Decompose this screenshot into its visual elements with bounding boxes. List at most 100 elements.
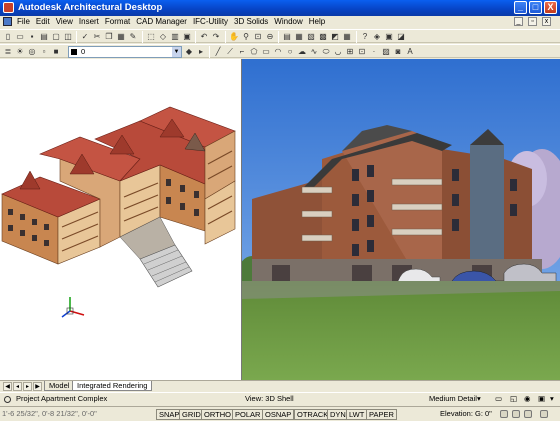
sheet-set-icon[interactable]: ▩ <box>318 32 328 42</box>
color-icon[interactable]: ■ <box>51 47 61 57</box>
lwt-toggle[interactable]: LWT <box>346 409 368 420</box>
navigator-icon[interactable]: ◈ <box>372 32 382 42</box>
region-icon[interactable]: ◙ <box>393 47 403 57</box>
layer-manager-icon[interactable]: ≣ <box>3 47 13 57</box>
print-icon[interactable]: ▤ <box>39 32 49 42</box>
cloud-icon[interactable]: ☁ <box>297 47 307 57</box>
maximize-button[interactable]: □ <box>529 1 542 14</box>
ellipse-arc-icon[interactable]: ◡ <box>333 47 343 57</box>
project-icon[interactable] <box>4 396 11 403</box>
tab-model[interactable]: Model <box>44 381 75 391</box>
copy-icon[interactable]: ❐ <box>104 32 114 42</box>
open-icon[interactable]: ▭ <box>15 32 25 42</box>
xref-icon[interactable]: ◇ <box>158 32 168 42</box>
design-center-icon[interactable]: ▦ <box>294 32 304 42</box>
clean-screen-icon[interactable] <box>540 410 548 418</box>
point-icon[interactable]: · <box>369 47 379 57</box>
paper-toggle[interactable]: PAPER <box>366 409 397 420</box>
tab-integrated-rendering[interactable]: Integrated Rendering <box>72 381 153 391</box>
undo-icon[interactable]: ↶ <box>199 32 209 42</box>
model-viewport[interactable] <box>0 59 242 380</box>
match-icon[interactable]: ✎ <box>128 32 138 42</box>
menu-insert[interactable]: Insert <box>76 17 102 26</box>
menu-file[interactable]: File <box>14 17 33 26</box>
line-icon[interactable]: ╱ <box>213 47 223 57</box>
ellipse-icon[interactable]: ⬭ <box>321 47 331 57</box>
preview-icon[interactable]: ▢ <box>51 32 61 42</box>
zoom-window-icon[interactable]: ⊡ <box>253 32 263 42</box>
lock-icon[interactable] <box>500 410 508 418</box>
ortho-toggle[interactable]: ORTHO <box>201 409 234 420</box>
doc-restore-button[interactable]: ▫ <box>528 17 537 26</box>
menu-window[interactable]: Window <box>271 17 305 26</box>
mtext-icon[interactable]: A <box>405 47 415 57</box>
doc-minimize-button[interactable]: _ <box>514 17 523 26</box>
menu-cad-manager[interactable]: CAD Manager <box>133 17 190 26</box>
display-manager-icon[interactable]: ◪ <box>396 32 406 42</box>
properties-icon[interactable]: ▤ <box>282 32 292 42</box>
first-tab-icon[interactable]: ◀ <box>3 382 12 391</box>
polyline-icon[interactable]: ⌐ <box>237 47 247 57</box>
hatch-icon[interactable]: ▨ <box>381 47 391 57</box>
doc-close-button[interactable]: x <box>542 17 551 26</box>
spell-icon[interactable]: ✓ <box>80 32 90 42</box>
view-label[interactable]: View: 3D Shell <box>245 393 294 405</box>
make-block-icon[interactable]: ⊡ <box>357 47 367 57</box>
paste-icon[interactable]: ▦ <box>116 32 126 42</box>
app-icon[interactable] <box>3 2 14 13</box>
next-tab-icon[interactable]: ▸ <box>23 382 32 391</box>
minimize-button[interactable]: _ <box>514 1 527 14</box>
lock-icon[interactable]: ▫ <box>39 47 49 57</box>
detail-level[interactable]: Medium Detail <box>429 393 477 405</box>
rectangle-icon[interactable]: ▭ <box>261 47 271 57</box>
coordinate-readout[interactable]: 1'-6 25/32", 0'-8 21/32", 0'-0" <box>2 409 97 419</box>
table-icon[interactable]: ▥ <box>170 32 180 42</box>
menu-edit[interactable]: Edit <box>33 17 53 26</box>
menu-help[interactable]: Help <box>306 17 328 26</box>
tool-palettes-icon[interactable]: ▧ <box>306 32 316 42</box>
cut-icon[interactable]: ✂ <box>92 32 102 42</box>
make-current-icon[interactable]: ◆ <box>184 47 194 57</box>
block-icon[interactable]: ⬚ <box>146 32 156 42</box>
sun-icon[interactable]: ◎ <box>27 47 37 57</box>
section-icon[interactable]: ▭ <box>495 393 502 405</box>
close-button[interactable]: X <box>544 1 557 14</box>
config-icon[interactable]: ▣ <box>538 393 545 405</box>
zoom-realtime-icon[interactable]: ⚲ <box>241 32 251 42</box>
construction-line-icon[interactable]: ⟋ <box>225 47 235 57</box>
pan-icon[interactable]: ✋ <box>229 32 239 42</box>
calculator-icon[interactable]: ▦ <box>342 32 352 42</box>
help-icon[interactable]: ? <box>360 32 370 42</box>
menu-3d-solids[interactable]: 3D Solids <box>231 17 271 26</box>
chevron-down-icon[interactable]: ▾ <box>477 393 481 405</box>
redo-icon[interactable]: ↷ <box>211 32 221 42</box>
new-icon[interactable]: ▯ <box>3 32 13 42</box>
publish-icon[interactable]: ◫ <box>63 32 73 42</box>
markup-icon[interactable]: ◩ <box>330 32 340 42</box>
elevation-icon[interactable]: ◱ <box>510 393 517 405</box>
save-icon[interactable]: ▪ <box>27 32 37 42</box>
menu-arrow-icon[interactable]: ▾ <box>550 393 554 405</box>
rendering-viewport[interactable] <box>242 59 560 380</box>
last-tab-icon[interactable]: ▶ <box>33 382 42 391</box>
document-icon[interactable] <box>3 17 12 26</box>
elevation-value[interactable]: G: 0" <box>475 409 492 419</box>
layer-select[interactable]: 0 ▼ <box>68 46 182 58</box>
insert-block-icon[interactable]: ⊞ <box>345 47 355 57</box>
display-icon[interactable]: ◉ <box>524 393 531 405</box>
image-icon[interactable]: ▣ <box>182 32 192 42</box>
comm-center-icon[interactable] <box>512 410 520 418</box>
style-manager-icon[interactable]: ▣ <box>384 32 394 42</box>
chevron-down-icon[interactable]: ▼ <box>172 47 181 57</box>
otrack-toggle[interactable]: OTRACK <box>294 409 332 420</box>
menu-format[interactable]: Format <box>102 17 133 26</box>
layer-previous-icon[interactable]: ▸ <box>196 47 206 57</box>
prev-tab-icon[interactable]: ◂ <box>13 382 22 391</box>
menu-ifc-utility[interactable]: IFC-Utility <box>190 17 231 26</box>
tray-settings-icon[interactable] <box>524 410 532 418</box>
bulb-icon[interactable]: ☀ <box>15 47 25 57</box>
circle-icon[interactable]: ○ <box>285 47 295 57</box>
osnap-toggle[interactable]: OSNAP <box>262 409 295 420</box>
arc-icon[interactable]: ◠ <box>273 47 283 57</box>
zoom-previous-icon[interactable]: ⊖ <box>265 32 275 42</box>
